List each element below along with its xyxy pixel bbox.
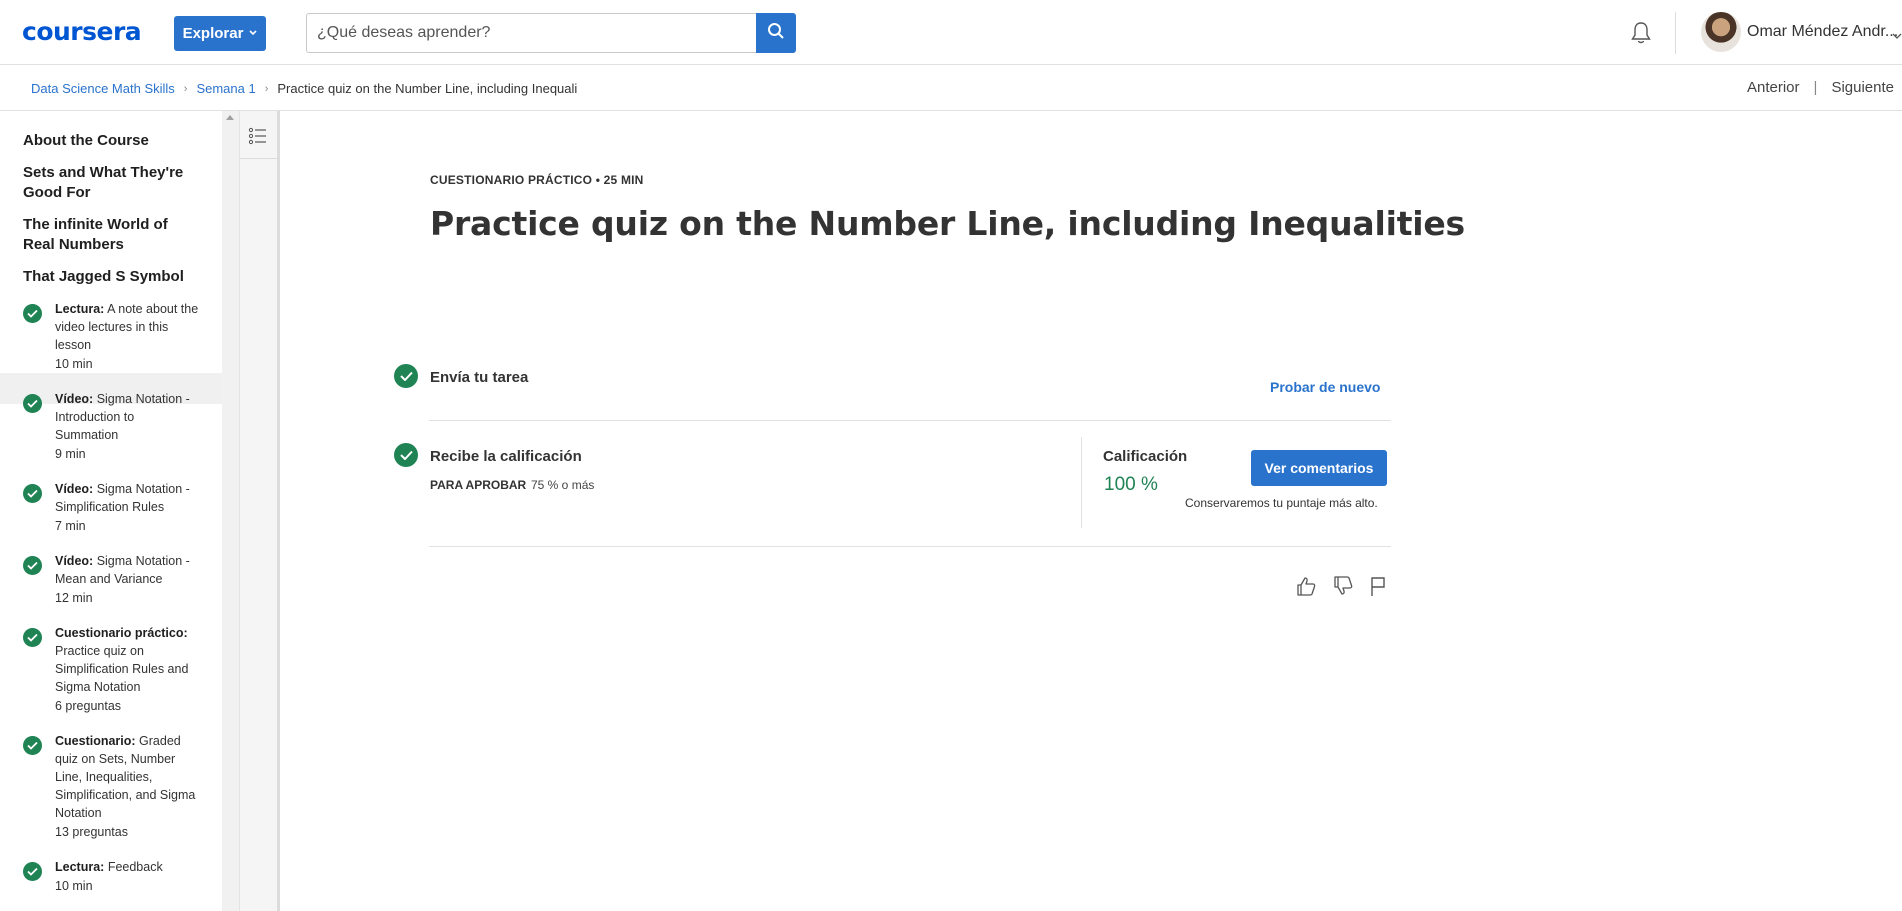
item-duration: 10 min (55, 357, 93, 371)
vertical-divider (1081, 437, 1082, 528)
chevron-down-icon (249, 28, 257, 39)
item-type: Vídeo: (55, 392, 94, 406)
toggle-divider (240, 158, 277, 159)
grade-value: 100 % (1104, 474, 1158, 495)
grade-label: Calificación (1103, 448, 1188, 465)
sidebar-lesson-real-numbers[interactable]: The infinite World of Real Numbers (23, 215, 203, 255)
sidebar-item-text: Lectura: Feedback 10 min (55, 858, 200, 895)
search-button[interactable] (756, 13, 796, 53)
thumbs-up-icon[interactable] (1295, 575, 1317, 597)
item-name: Feedback (107, 860, 163, 874)
check-icon (23, 628, 42, 647)
search-field[interactable] (306, 13, 756, 53)
scroll-up-arrow-icon[interactable] (226, 115, 234, 120)
breadcrumb-week[interactable]: Semana 1 (196, 81, 255, 96)
item-duration: 12 min (55, 591, 93, 605)
grade-step-title: Recibe la calificación (430, 448, 582, 465)
check-icon (23, 394, 42, 413)
flag-icon[interactable] (1367, 575, 1389, 597)
sidebar-lesson-sets[interactable]: Sets and What They're Good For (23, 163, 203, 203)
search-input[interactable] (317, 24, 756, 42)
coursera-logo[interactable]: coursera (22, 17, 142, 46)
sidebar-lesson-about[interactable]: About the Course (23, 131, 203, 151)
next-link[interactable]: Siguiente (1831, 79, 1894, 96)
item-eyebrow: CUESTIONARIO PRÁCTICO • 25 MIN (430, 173, 644, 187)
retry-link[interactable]: Probar de nuevo (1270, 379, 1380, 395)
check-icon (23, 862, 42, 881)
chevron-down-icon[interactable] (1892, 27, 1902, 39)
divider (429, 546, 1391, 547)
item-type: Lectura: (55, 302, 105, 316)
explore-label: Explorar (182, 25, 244, 42)
bell-icon[interactable] (1628, 20, 1654, 46)
breadcrumb-course[interactable]: Data Science Math Skills (31, 81, 175, 96)
item-name: Practice quiz on Simplification Rules an… (55, 644, 189, 694)
pass-value: 75 % o más (531, 478, 595, 492)
explore-button[interactable]: Explorar (174, 16, 266, 51)
breadcrumb-current: Practice quiz on the Number Line, includ… (277, 81, 578, 96)
check-icon (23, 484, 42, 503)
sidebar-toggle-column (239, 111, 280, 911)
sidebar-item-text: Vídeo: Sigma Notation - Introduction to … (55, 390, 200, 463)
sidebar-item-text: Vídeo: Sigma Notation - Mean and Varianc… (55, 552, 200, 607)
pager: Anterior | Siguiente (1747, 79, 1894, 96)
sidebar-scrollbar[interactable] (222, 111, 239, 911)
divider (429, 420, 1391, 421)
check-icon (23, 556, 42, 575)
pass-label: PARA APROBAR (430, 478, 527, 492)
keep-highest-note: Conservaremos tu puntaje más alto. (1185, 496, 1378, 510)
sidebar-item-text: Lectura: A note about the video lectures… (55, 300, 200, 373)
page-title: Practice quiz on the Number Line, includ… (430, 204, 1466, 243)
item-duration: 6 preguntas (55, 699, 122, 713)
check-icon (394, 443, 418, 467)
sidebar-item-text: Cuestionario: Graded quiz on Sets, Numbe… (55, 732, 200, 841)
previous-link[interactable]: Anterior (1747, 79, 1800, 96)
submit-step-title: Envía tu tarea (430, 369, 529, 386)
check-icon (394, 364, 418, 388)
item-type: Lectura: (55, 860, 105, 874)
item-duration: 7 min (55, 519, 86, 533)
breadcrumb-bar: Data Science Math Skills › Semana 1 › Pr… (0, 66, 1902, 111)
search-icon (767, 22, 785, 45)
sidebar-item-text: Vídeo: Sigma Notation - Simplification R… (55, 480, 200, 535)
item-duration: 10 min (55, 879, 93, 893)
chevron-right-icon: › (264, 82, 269, 95)
item-type: Cuestionario: (55, 734, 136, 748)
check-icon (23, 304, 42, 323)
item-type: Vídeo: (55, 482, 94, 496)
avatar[interactable] (1701, 12, 1741, 52)
item-duration: 13 preguntas (55, 825, 128, 839)
sidebar-item-text: Cuestionario práctico: Practice quiz on … (55, 624, 200, 715)
pager-separator: | (1813, 79, 1818, 96)
header-divider (1675, 12, 1676, 54)
item-type: Cuestionario práctico: (55, 626, 188, 640)
check-icon (23, 736, 42, 755)
sidebar-lesson-sigma[interactable]: That Jagged S Symbol (23, 267, 203, 287)
chevron-right-icon: › (183, 82, 188, 95)
user-name[interactable]: Omar Méndez Andr... (1747, 23, 1898, 41)
view-feedback-button[interactable]: Ver comentarios (1251, 450, 1387, 486)
item-type: Vídeo: (55, 554, 94, 568)
top-header: coursera Explorar Omar Méndez Andr... (0, 0, 1902, 65)
breadcrumb: Data Science Math Skills › Semana 1 › Pr… (31, 81, 577, 96)
thumbs-down-icon[interactable] (1332, 575, 1354, 597)
item-duration: 9 min (55, 447, 86, 461)
list-icon[interactable] (248, 126, 268, 151)
